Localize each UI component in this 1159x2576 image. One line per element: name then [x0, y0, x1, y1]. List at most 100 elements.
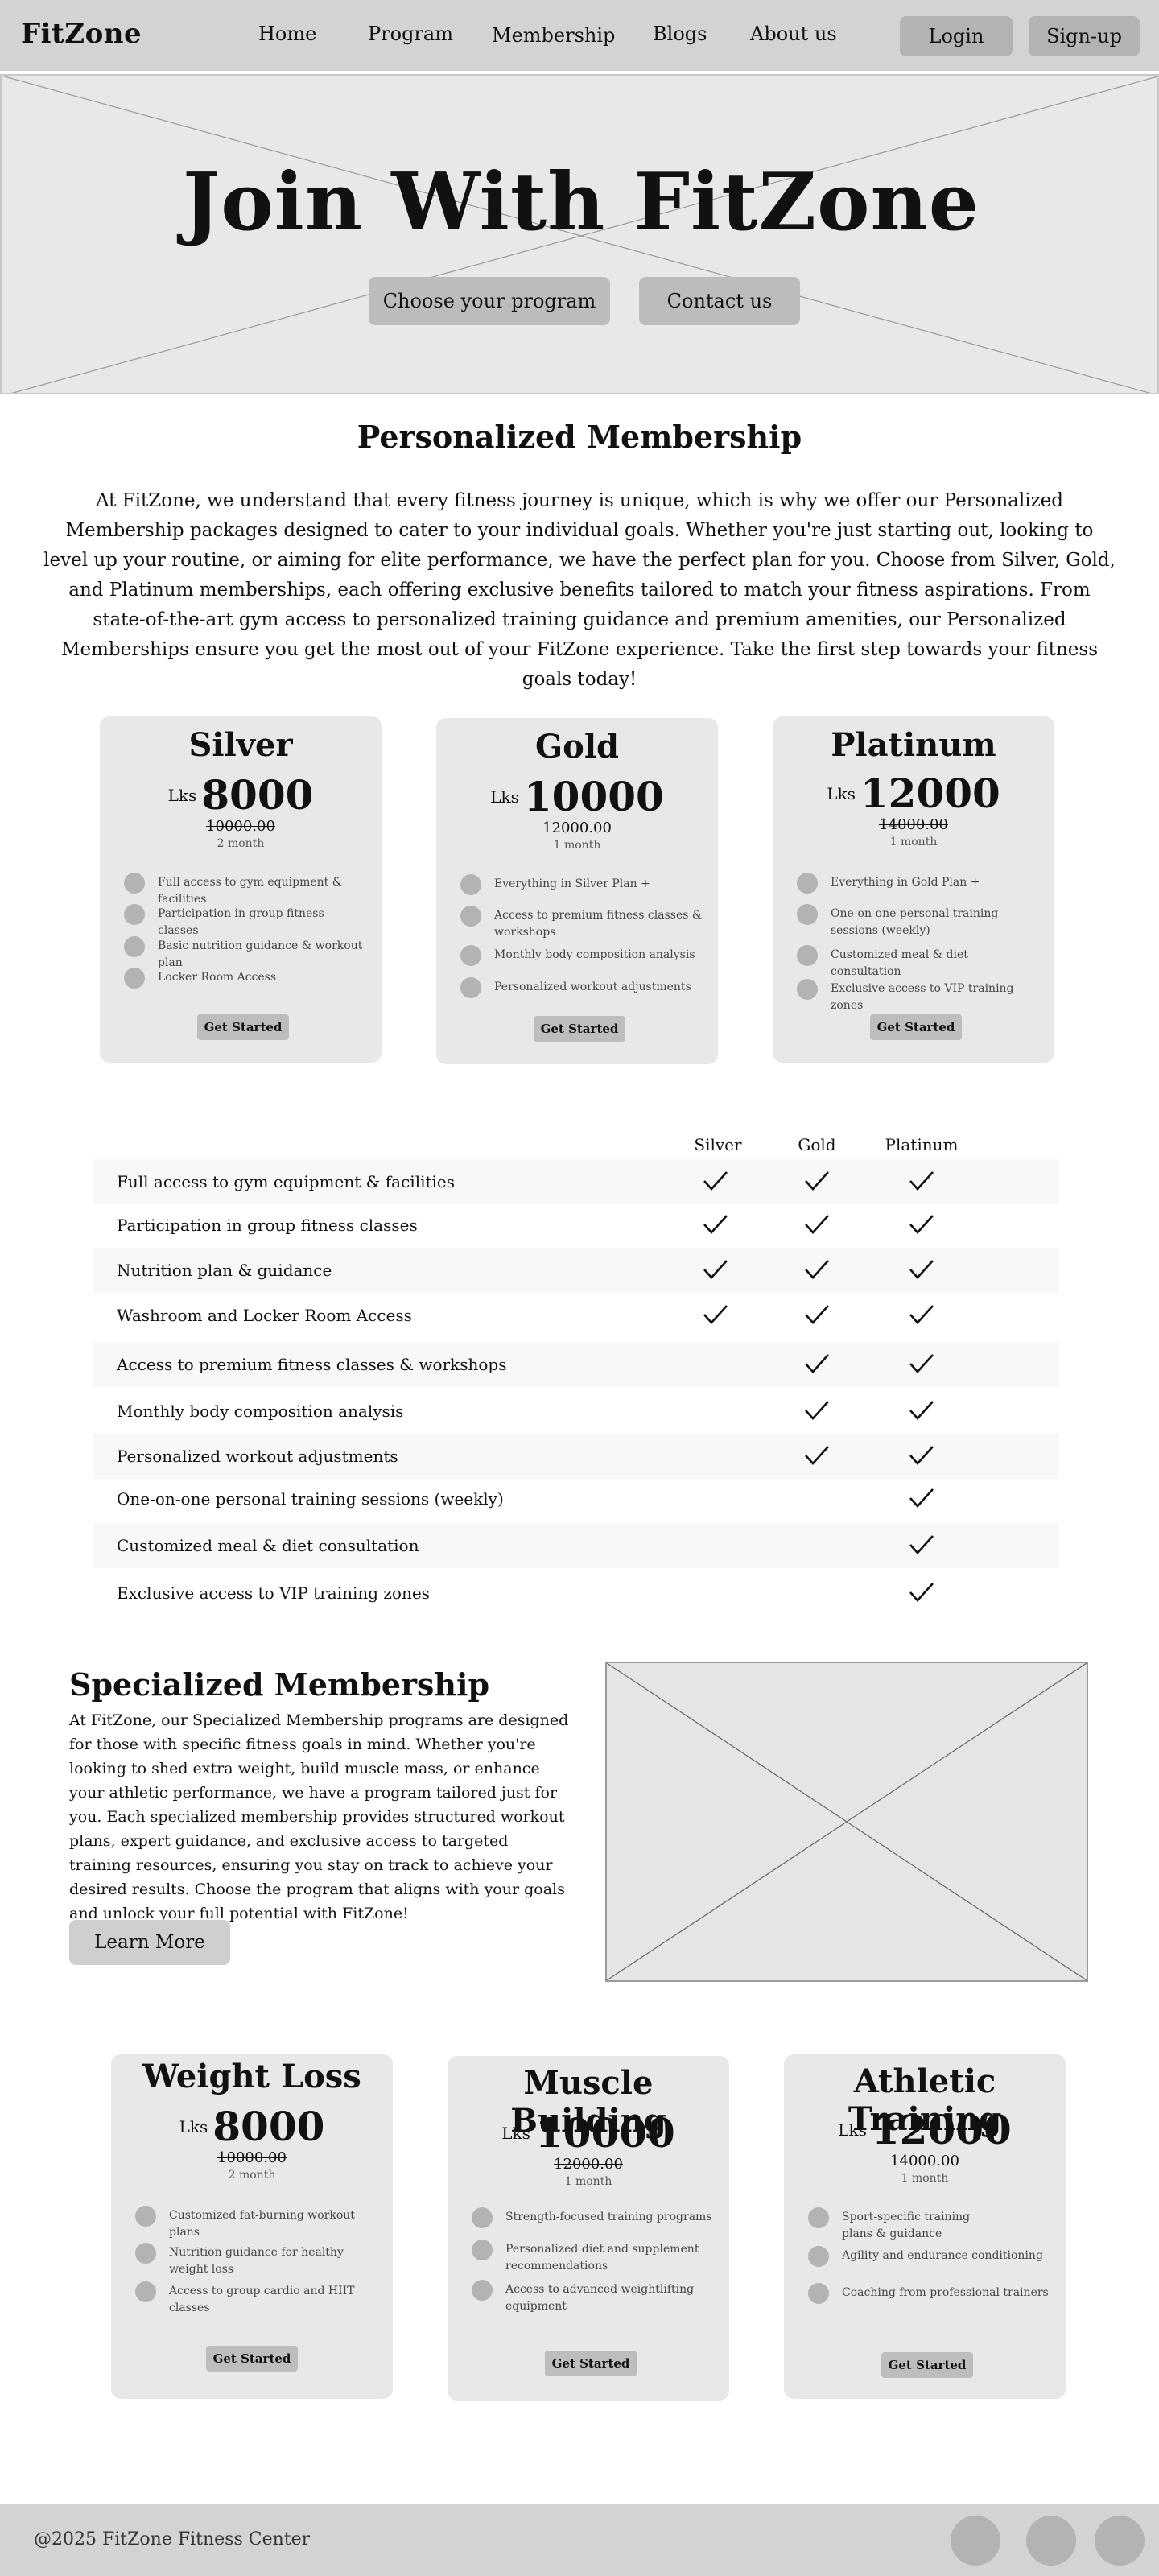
table-row: Washroom and Locker Room Access — [93, 1293, 1059, 1338]
price-value: 8000 — [212, 2103, 325, 2150]
social-icon[interactable] — [1095, 2516, 1145, 2566]
currency: Lks — [179, 2116, 208, 2136]
bullet-icon — [460, 977, 481, 998]
nav-link-about[interactable]: About us — [750, 23, 837, 45]
choose-program-button[interactable]: Choose your program — [369, 277, 610, 325]
check-icon — [805, 1354, 829, 1373]
specialized-title: Specialized Membership — [69, 1666, 490, 1703]
feature-label: Full access to gym equipment & facilitie… — [117, 1172, 456, 1191]
plan-price: Lks 12000 — [773, 770, 1054, 817]
plan-price: Lks 8000 — [100, 771, 382, 819]
table-row: Exclusive access to VIP training zones — [93, 1571, 1059, 1616]
table-row: Access to premium fitness classes & work… — [93, 1342, 1059, 1387]
check-icon — [909, 1215, 934, 1234]
nav-link-membership[interactable]: Membership — [492, 24, 615, 47]
currency: Lks — [490, 786, 519, 807]
feature-text: Customized meal & diet consultation — [831, 948, 968, 978]
nav-link-home[interactable]: Home — [258, 23, 316, 45]
feature-label: Nutrition plan & guidance — [117, 1261, 332, 1280]
plan-card-athletic-training: Athletic Training Lks 12000 14000.00 1 mo… — [784, 2054, 1066, 2399]
get-started-button[interactable]: Get Started — [870, 1014, 962, 1040]
column-header-gold: Gold — [798, 1135, 836, 1154]
check-icon — [805, 1171, 829, 1191]
feature-text: Access to premium fitness classes & work… — [494, 909, 703, 939]
personalized-title: Personalized Membership — [357, 419, 802, 455]
feature-text: Everything in Silver Plan + — [494, 877, 650, 890]
column-header-silver: Silver — [694, 1135, 742, 1154]
social-icon[interactable] — [1026, 2516, 1076, 2566]
table-row: One-on-one personal training sessions (w… — [93, 1476, 1059, 1521]
feature-text: Monthly body composition analysis — [494, 948, 695, 961]
plan-name: Silver — [188, 726, 293, 764]
get-started-button[interactable]: Get Started — [545, 2351, 637, 2376]
feature-text: Access to group cardio and HIIT classes — [169, 2285, 355, 2314]
get-started-button[interactable]: Get Started — [206, 2346, 298, 2372]
currency: Lks — [167, 785, 197, 805]
top-navbar: FitZone Home Program Membership Blogs Ab… — [0, 0, 1159, 71]
feature-text: Customized fat-burning workout plans — [169, 2209, 355, 2239]
check-icon — [909, 1171, 934, 1191]
get-started-button[interactable]: Get Started — [534, 1016, 625, 1042]
bullet-icon — [135, 2243, 156, 2264]
bullet-icon — [124, 936, 145, 957]
check-icon — [909, 1354, 934, 1373]
bullet-icon — [472, 2207, 493, 2228]
feature-label: Access to premium fitness classes & work… — [117, 1355, 507, 1374]
currency: Lks — [838, 2120, 867, 2140]
bullet-icon — [797, 945, 818, 966]
plan-card-gold: Gold Lks 10000 12000.00 1 month Everythin… — [436, 718, 718, 1064]
feature-text: Locker Room Access — [158, 971, 277, 984]
hero-title: Join With FitZone — [182, 156, 980, 249]
feature-text: Agility and endurance conditioning — [842, 2249, 1043, 2262]
check-icon — [909, 1488, 934, 1508]
bullet-icon — [808, 2283, 829, 2304]
old-price: 10000.00 — [206, 818, 275, 835]
contact-us-button[interactable]: Contact us — [639, 277, 800, 325]
social-icon[interactable] — [951, 2516, 1000, 2566]
feature-text: Sport-specific training plans & guidance — [842, 2211, 971, 2240]
feature-label: Participation in group fitness classes — [117, 1216, 418, 1235]
table-row: Full access to gym equipment & facilitie… — [93, 1159, 1059, 1204]
feature-text: Coaching from professional trainers — [842, 2286, 1049, 2299]
plan-period: 1 month — [553, 839, 601, 852]
bullet-icon — [460, 945, 481, 966]
old-price: 12000.00 — [554, 2156, 623, 2173]
table-row: Customized meal & diet consultation — [93, 1523, 1059, 1568]
plan-price: Lks 8000 — [111, 2103, 393, 2150]
feature-text: Personalized workout adjustments — [494, 980, 691, 993]
bullet-icon — [797, 904, 818, 925]
get-started-button[interactable]: Get Started — [197, 1014, 289, 1040]
check-icon — [805, 1401, 829, 1420]
plan-card-muscle-building: Muscle Building Lks 10000 12000.00 1 mont… — [448, 2056, 729, 2401]
bullet-icon — [797, 979, 818, 1000]
check-icon — [909, 1260, 934, 1279]
plan-period: 2 month — [228, 2169, 276, 2182]
check-icon — [805, 1260, 829, 1279]
copyright-text: @2025 FitZone Fitness Center — [34, 2529, 311, 2549]
logo[interactable]: FitZone — [21, 18, 142, 50]
check-icon — [909, 1401, 934, 1420]
feature-label: One-on-one personal training sessions (w… — [117, 1489, 504, 1509]
get-started-button[interactable]: Get Started — [881, 2352, 973, 2378]
nav-link-program[interactable]: Program — [368, 23, 453, 45]
old-price: 12000.00 — [542, 819, 612, 836]
signup-button[interactable]: Sign-up — [1029, 16, 1140, 56]
feature-text: Strength-focused training programs — [505, 2211, 712, 2223]
login-button[interactable]: Login — [900, 16, 1013, 56]
learn-more-button[interactable]: Learn More — [69, 1920, 230, 1965]
plan-period: 1 month — [889, 836, 938, 848]
nav-link-blogs[interactable]: Blogs — [653, 23, 707, 45]
check-icon — [805, 1446, 829, 1465]
check-icon — [703, 1171, 728, 1191]
price-value: 12000 — [871, 2106, 1012, 2153]
feature-text: Participation in group fitness classes — [158, 907, 324, 937]
feature-text: Full access to gym equipment & facilitie… — [158, 876, 343, 906]
check-icon — [805, 1215, 829, 1234]
check-icon — [703, 1260, 728, 1279]
feature-label: Washroom and Locker Room Access — [117, 1306, 412, 1325]
feature-text: Personalized diet and supplement recomme… — [505, 2243, 699, 2273]
price-value: 10000 — [534, 2109, 675, 2157]
plan-name: Platinum — [831, 726, 996, 764]
bullet-icon — [460, 906, 481, 927]
check-icon — [703, 1305, 728, 1324]
